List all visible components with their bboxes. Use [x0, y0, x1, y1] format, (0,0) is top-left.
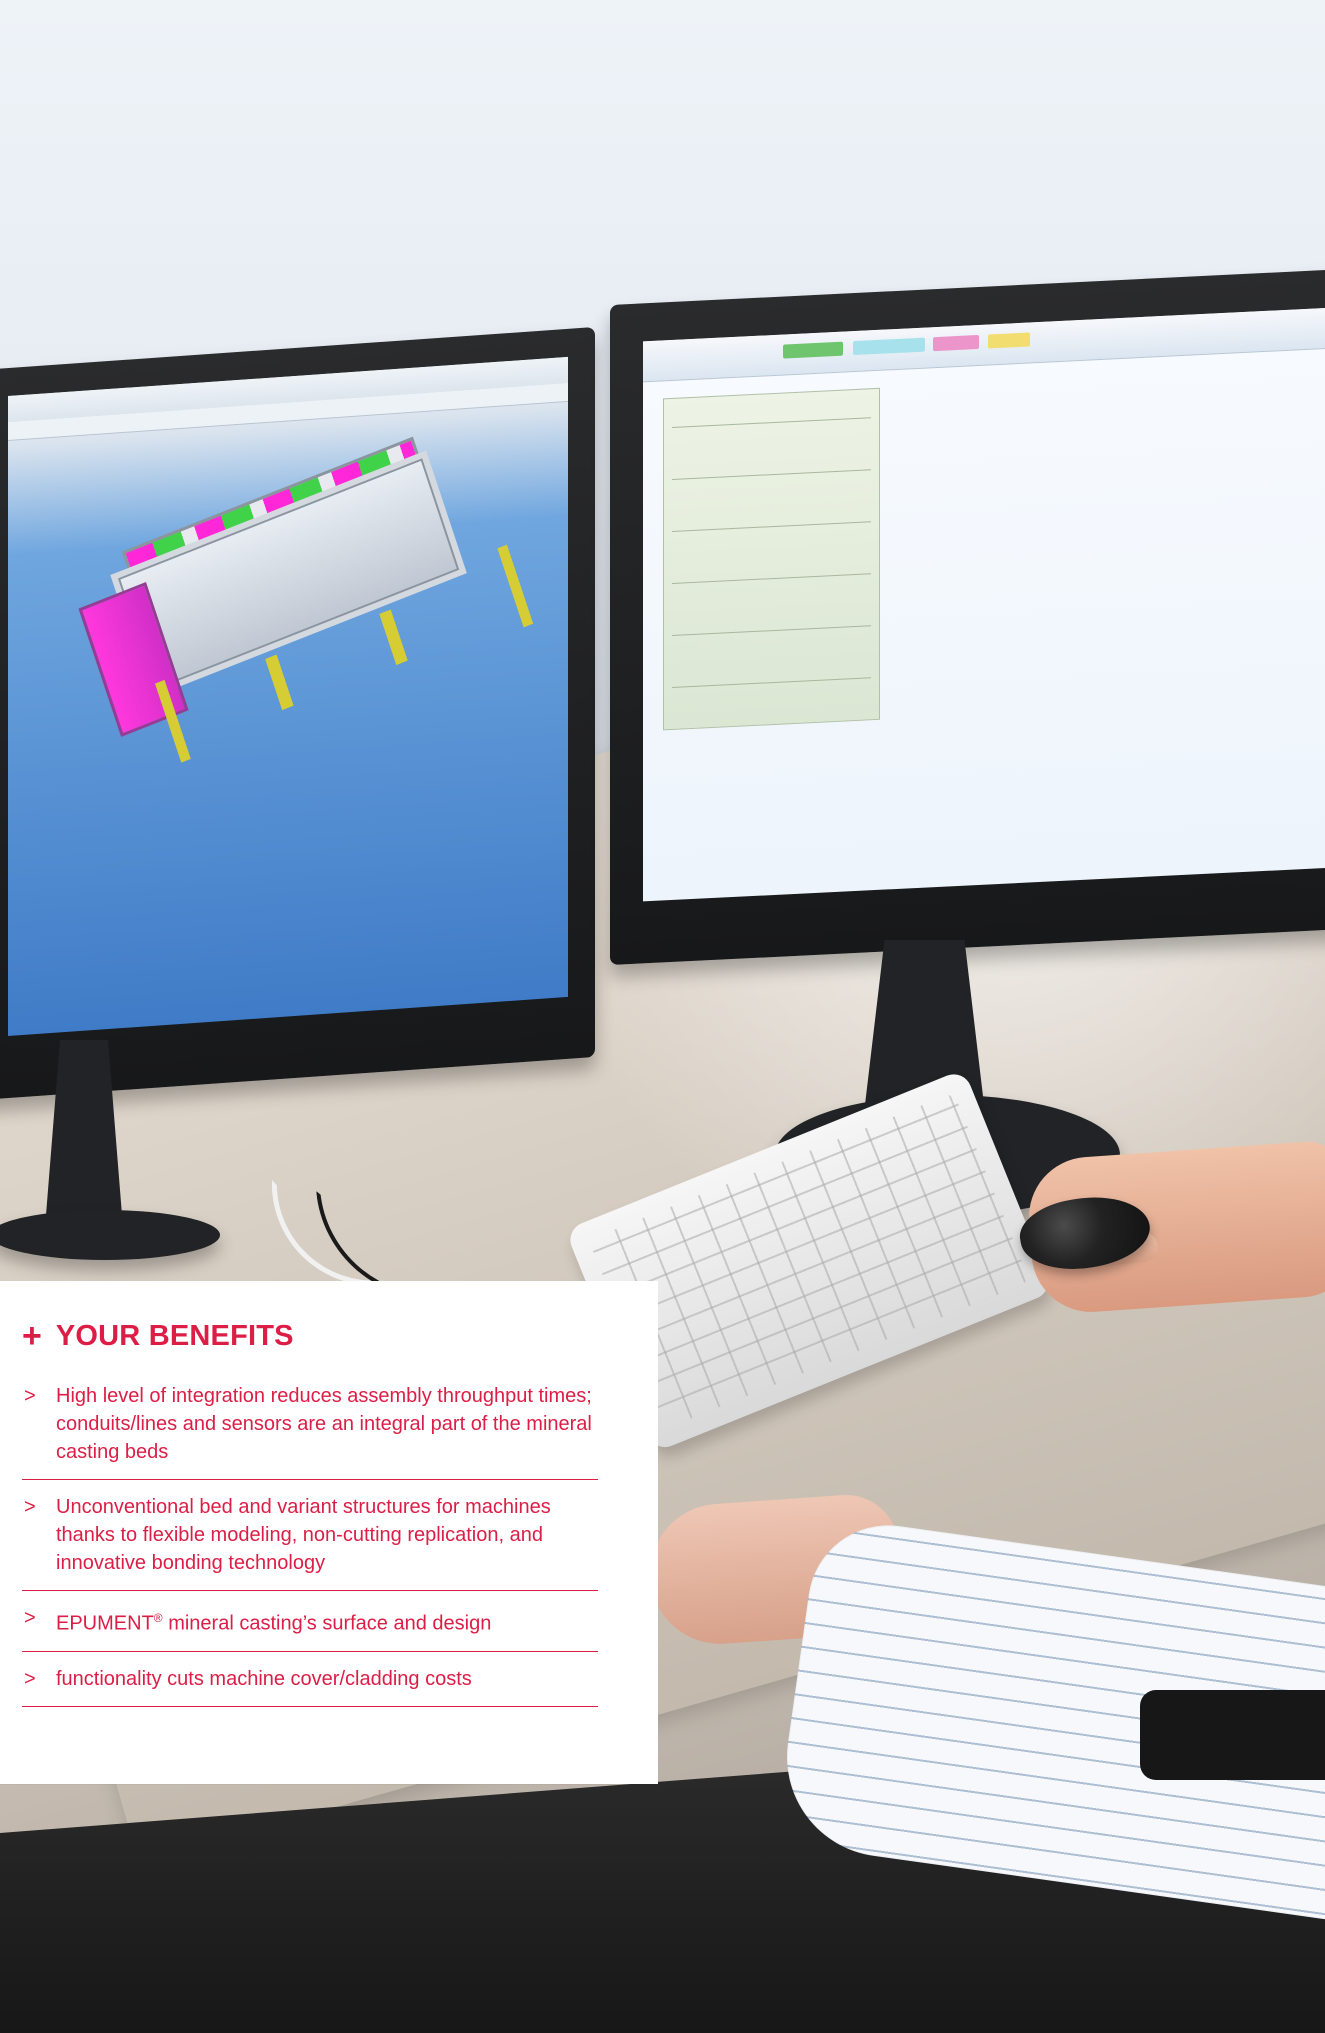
benefit-text-prefix: EPUMENT — [56, 1612, 154, 1635]
ribbon-pink-block — [933, 334, 979, 352]
registered-mark: ® — [153, 1611, 163, 1625]
spreadsheet-ribbon — [643, 305, 1325, 383]
bullet-icon: > — [24, 1667, 36, 1690]
sheet-divider — [672, 469, 871, 480]
section-title: YOUR BENEFITS — [55, 1319, 294, 1352]
cad-model — [63, 408, 534, 794]
sheet-divider — [672, 521, 871, 532]
benefit-item: > functionality cuts machine cover/cladd… — [22, 1665, 598, 1707]
benefit-text-suffix: mineral casting’s surface and design — [162, 1612, 492, 1635]
bullet-icon: > — [24, 1607, 36, 1629]
sheet-divider — [672, 573, 871, 584]
benefits-list: > High level of integration reduces asse… — [22, 1382, 598, 1707]
benefit-text: High level of integration reduces assemb… — [56, 1385, 592, 1463]
ribbon-green-block — [783, 341, 843, 359]
bullet-icon: > — [24, 1496, 36, 1518]
benefit-text: Unconventional bed and variant structure… — [56, 1496, 551, 1574]
left-monitor-screen — [8, 356, 568, 1037]
spreadsheet-panel — [663, 387, 880, 731]
bullet-icon: > — [24, 1385, 36, 1407]
benefit-item: > Unconventional bed and variant structu… — [22, 1493, 598, 1591]
benefit-item: > High level of integration reduces asse… — [22, 1382, 598, 1480]
ribbon-blue-block — [853, 337, 925, 356]
ribbon-yellow-block — [988, 332, 1030, 349]
foreground-device — [1140, 1690, 1325, 1780]
sheet-divider — [672, 677, 871, 688]
benefits-heading: + YOUR BENEFITS — [22, 1319, 598, 1353]
sheet-divider — [672, 417, 871, 428]
left-monitor — [0, 326, 595, 1101]
benefit-item: > EPUMENT® mineral casting’s surface and… — [22, 1604, 598, 1652]
right-monitor — [610, 267, 1325, 965]
plus-icon: + — [22, 1317, 42, 1355]
sheet-divider — [672, 625, 871, 636]
right-monitor-screen — [643, 305, 1325, 902]
benefit-text: EPUMENT® mineral casting’s surface and d… — [56, 1604, 598, 1638]
left-monitor-base — [0, 1210, 220, 1260]
benefits-card: + YOUR BENEFITS > High level of integrat… — [0, 1281, 658, 1784]
benefit-text: functionality cuts machine cover/claddin… — [56, 1667, 472, 1690]
